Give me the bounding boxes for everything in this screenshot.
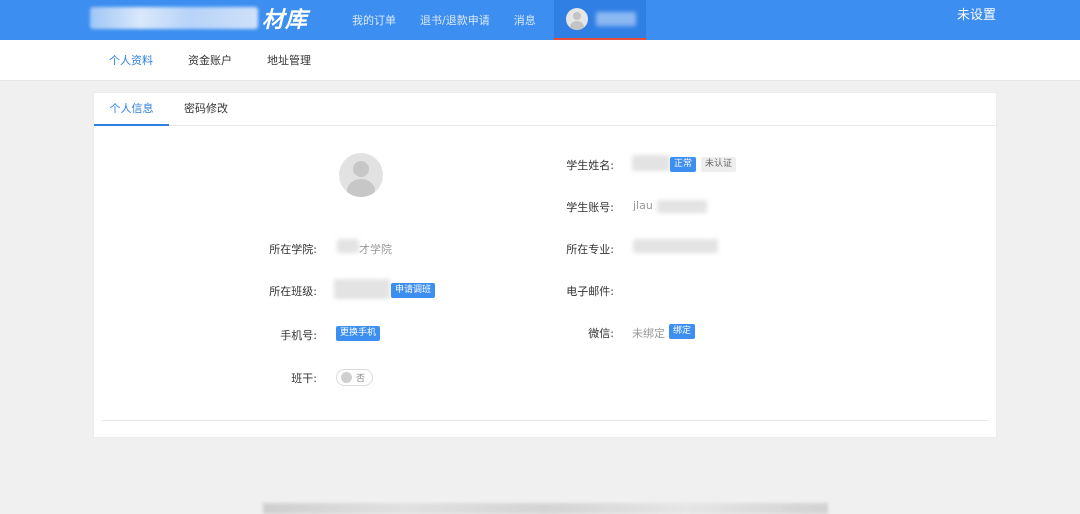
college-blurred bbox=[337, 239, 359, 253]
user-avatar-icon bbox=[566, 8, 588, 30]
student-account-label: 学生账号: bbox=[566, 201, 614, 214]
apply-class-change-button[interactable]: 申请调班 bbox=[391, 283, 436, 298]
cadre-label: 班干: bbox=[291, 372, 317, 385]
class-blurred bbox=[334, 279, 390, 299]
bind-wechat-button[interactable]: 绑定 bbox=[669, 324, 696, 339]
footer-blurred bbox=[263, 503, 828, 514]
nav-messages[interactable]: 消息 bbox=[514, 12, 536, 28]
logo-text: 材库 bbox=[262, 8, 309, 33]
profile-tabs: 个人信息 密码修改 bbox=[94, 93, 996, 126]
nav-refund-request[interactable]: 退书/退款申请 bbox=[420, 12, 490, 28]
nav-my-orders[interactable]: 我的订单 bbox=[352, 12, 396, 28]
subnav-address-management[interactable]: 地址管理 bbox=[267, 40, 311, 81]
top-navbar: 材库 我的订单 退书/退款申请 消息 未设置 bbox=[0, 0, 1080, 40]
top-right-status[interactable]: 未设置 bbox=[957, 0, 996, 40]
user-name-blurred bbox=[596, 12, 636, 26]
top-nav: 我的订单 退书/退款申请 消息 bbox=[352, 0, 560, 40]
student-account-value: jlau bbox=[633, 199, 653, 212]
college-label: 所在学院: bbox=[269, 243, 317, 256]
class-label: 所在班级: bbox=[269, 285, 317, 298]
tab-password-change[interactable]: 密码修改 bbox=[184, 93, 228, 126]
profile-card: 个人信息 密码修改 学生姓名: 正常 未认证 学生账号: jlau 所在学院: … bbox=[93, 92, 997, 438]
change-phone-button[interactable]: 更换手机 bbox=[336, 326, 381, 341]
cadre-toggle[interactable]: 否 bbox=[336, 369, 373, 386]
profile-subnav: 个人资料 资金账户 地址管理 bbox=[0, 40, 1080, 81]
status-badge: 正常 bbox=[670, 157, 697, 172]
site-logo[interactable]: 材库 bbox=[90, 4, 309, 33]
major-blurred bbox=[633, 239, 718, 253]
student-account-blurred bbox=[657, 200, 707, 213]
user-menu[interactable] bbox=[554, 0, 646, 40]
subnav-funds-account[interactable]: 资金账户 bbox=[188, 40, 232, 81]
tab-personal-info[interactable]: 个人信息 bbox=[94, 93, 169, 126]
subnav-personal-info[interactable]: 个人资料 bbox=[109, 40, 153, 81]
card-divider bbox=[102, 420, 988, 421]
major-label: 所在专业: bbox=[566, 243, 614, 256]
wechat-value: 未绑定 bbox=[632, 327, 665, 340]
phone-label: 手机号: bbox=[280, 329, 317, 342]
college-value: 才学院 bbox=[359, 243, 392, 256]
student-name-label: 学生姓名: bbox=[566, 159, 614, 172]
profile-avatar[interactable] bbox=[339, 153, 383, 197]
toggle-label: 否 bbox=[356, 374, 366, 384]
logo-blurred-part bbox=[90, 7, 258, 29]
auth-badge: 未认证 bbox=[701, 157, 737, 172]
toggle-knob bbox=[341, 372, 352, 383]
email-label: 电子邮件: bbox=[566, 285, 614, 298]
student-name-blurred bbox=[632, 155, 670, 171]
wechat-label: 微信: bbox=[588, 327, 614, 340]
